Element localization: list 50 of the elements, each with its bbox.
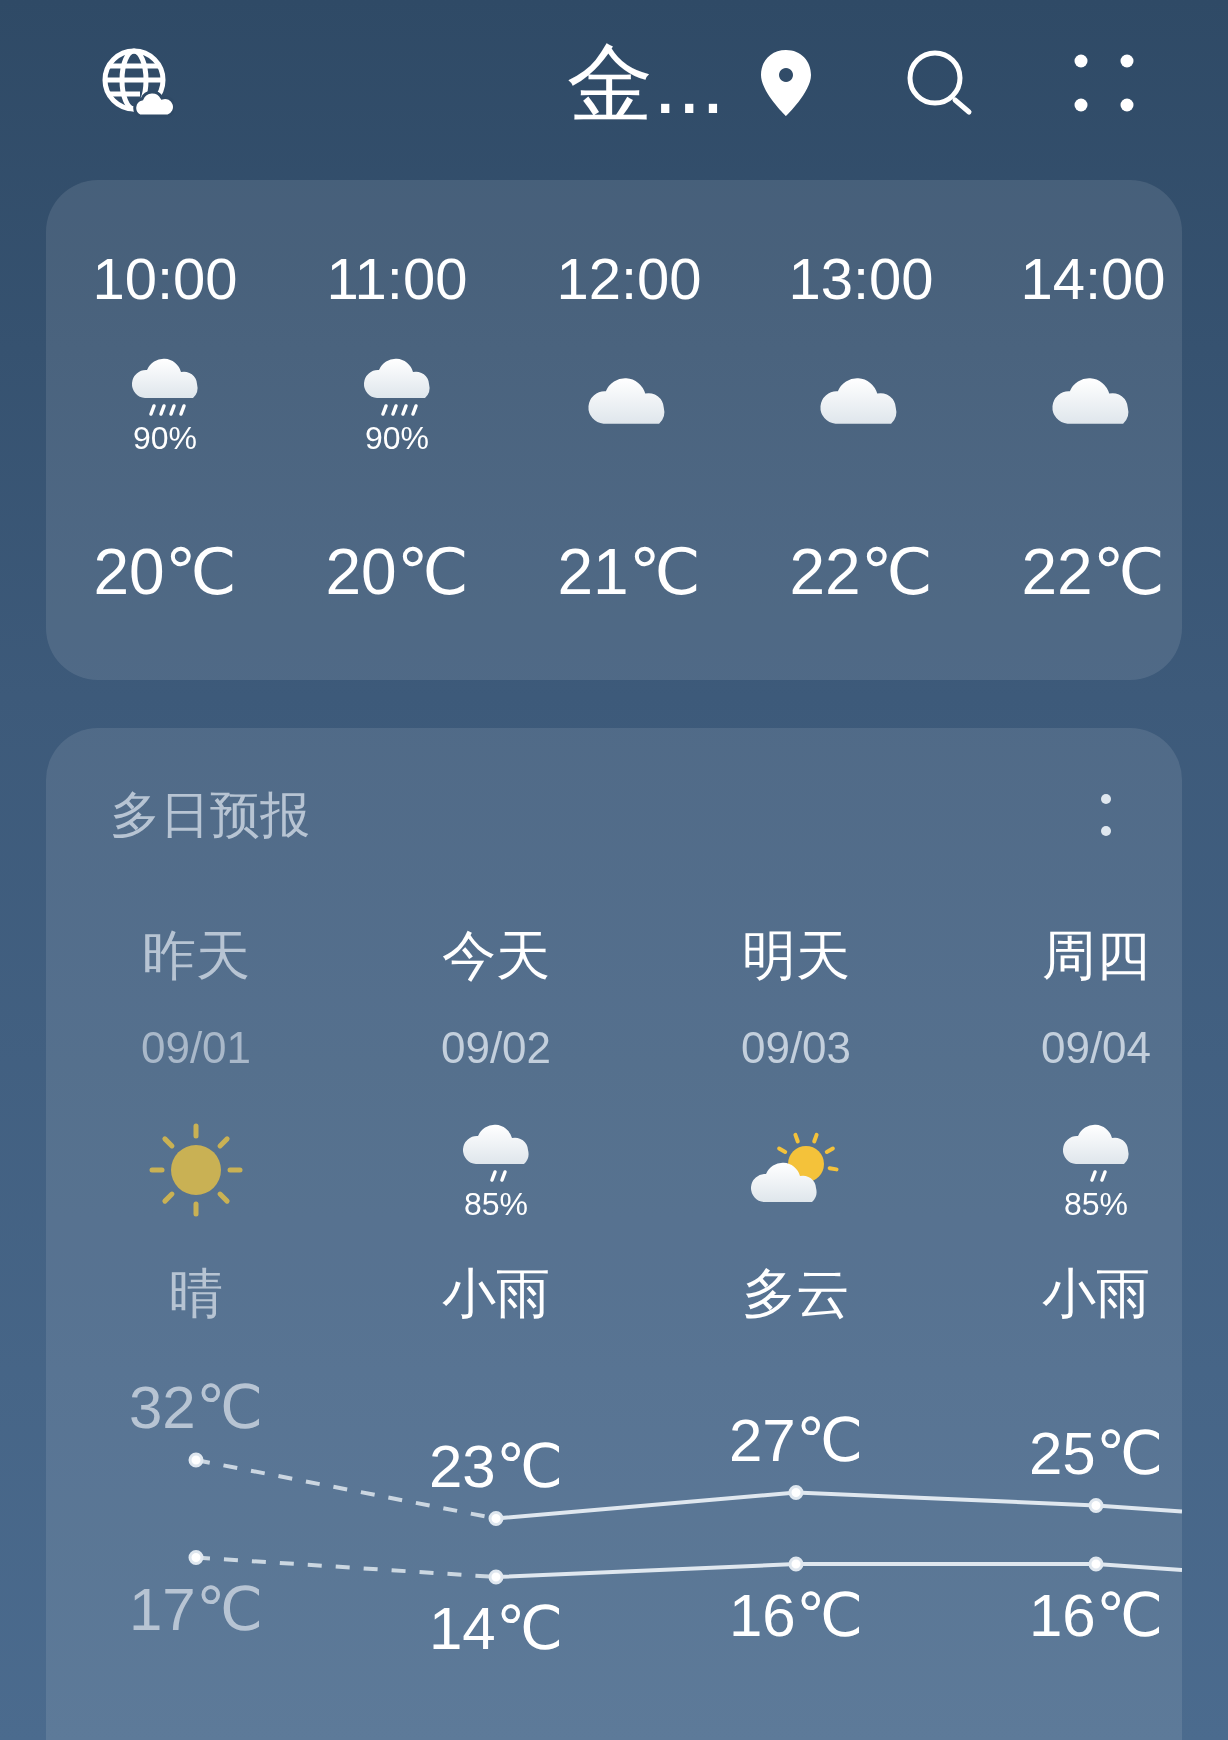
- point: [488, 1569, 504, 1585]
- day-name: 昨天: [142, 928, 250, 982]
- hour-time: 13:00: [788, 250, 934, 308]
- more-vertical-icon: [1100, 793, 1112, 837]
- point: [188, 1452, 204, 1468]
- day-name: 明天: [742, 928, 850, 982]
- day-condition: 晴: [169, 1266, 223, 1320]
- day-name: 今天: [442, 928, 550, 982]
- precipitation-chance: 90%: [132, 422, 197, 454]
- day-date: 09/03: [740, 1026, 852, 1070]
- low-temperature: 14℃: [427, 1599, 565, 1659]
- point: [188, 1550, 204, 1565]
- point: [1088, 1498, 1104, 1513]
- low-temperature: 16℃: [727, 1586, 865, 1646]
- point: [788, 1485, 804, 1500]
- location-button[interactable]: [759, 48, 813, 118]
- day-date: 09/02: [440, 1026, 552, 1070]
- hour-temperature: 20℃: [93, 540, 237, 604]
- hour-time: 12:00: [556, 250, 702, 308]
- day-condition: 多云: [742, 1266, 850, 1320]
- day-name: 周四: [1042, 928, 1150, 982]
- card-title: 多日预报: [110, 790, 310, 840]
- more-dots-icon: [1073, 53, 1135, 113]
- high-temperature: 23℃: [427, 1436, 565, 1497]
- hour-temperature: 22℃: [789, 540, 933, 604]
- hour-time: 11:00: [326, 250, 468, 308]
- city-title: 金...: [567, 40, 725, 126]
- hour-time: 10:00: [92, 250, 238, 308]
- day-date: 09/04: [1040, 1026, 1152, 1070]
- card-menu-button[interactable]: [1100, 793, 1112, 837]
- precipitation-chance: 85%: [1063, 1188, 1128, 1220]
- point: [488, 1511, 504, 1526]
- precipitation-chance: 85%: [463, 1188, 528, 1220]
- hour-temperature: 22℃: [1021, 540, 1165, 604]
- day-condition: 小雨: [442, 1266, 550, 1320]
- map-pin-icon: [759, 48, 813, 118]
- more-button[interactable]: [1073, 53, 1135, 113]
- day-condition: 小雨: [1042, 1266, 1150, 1320]
- hour-temperature: 20℃: [325, 540, 469, 604]
- high-temperature: 32℃: [127, 1378, 265, 1438]
- low-temperature: 16℃: [1027, 1586, 1165, 1646]
- high-temperature: 25℃: [1027, 1423, 1165, 1484]
- low-temperature: 17℃: [127, 1579, 265, 1640]
- hour-time: 14:00: [1020, 250, 1166, 308]
- point: [788, 1556, 804, 1572]
- high-temperature: 27℃: [727, 1410, 865, 1471]
- point: [1088, 1556, 1104, 1572]
- precipitation-chance: 90%: [364, 422, 429, 454]
- day-date: 09/01: [140, 1026, 252, 1070]
- hour-temperature: 21℃: [557, 540, 701, 604]
